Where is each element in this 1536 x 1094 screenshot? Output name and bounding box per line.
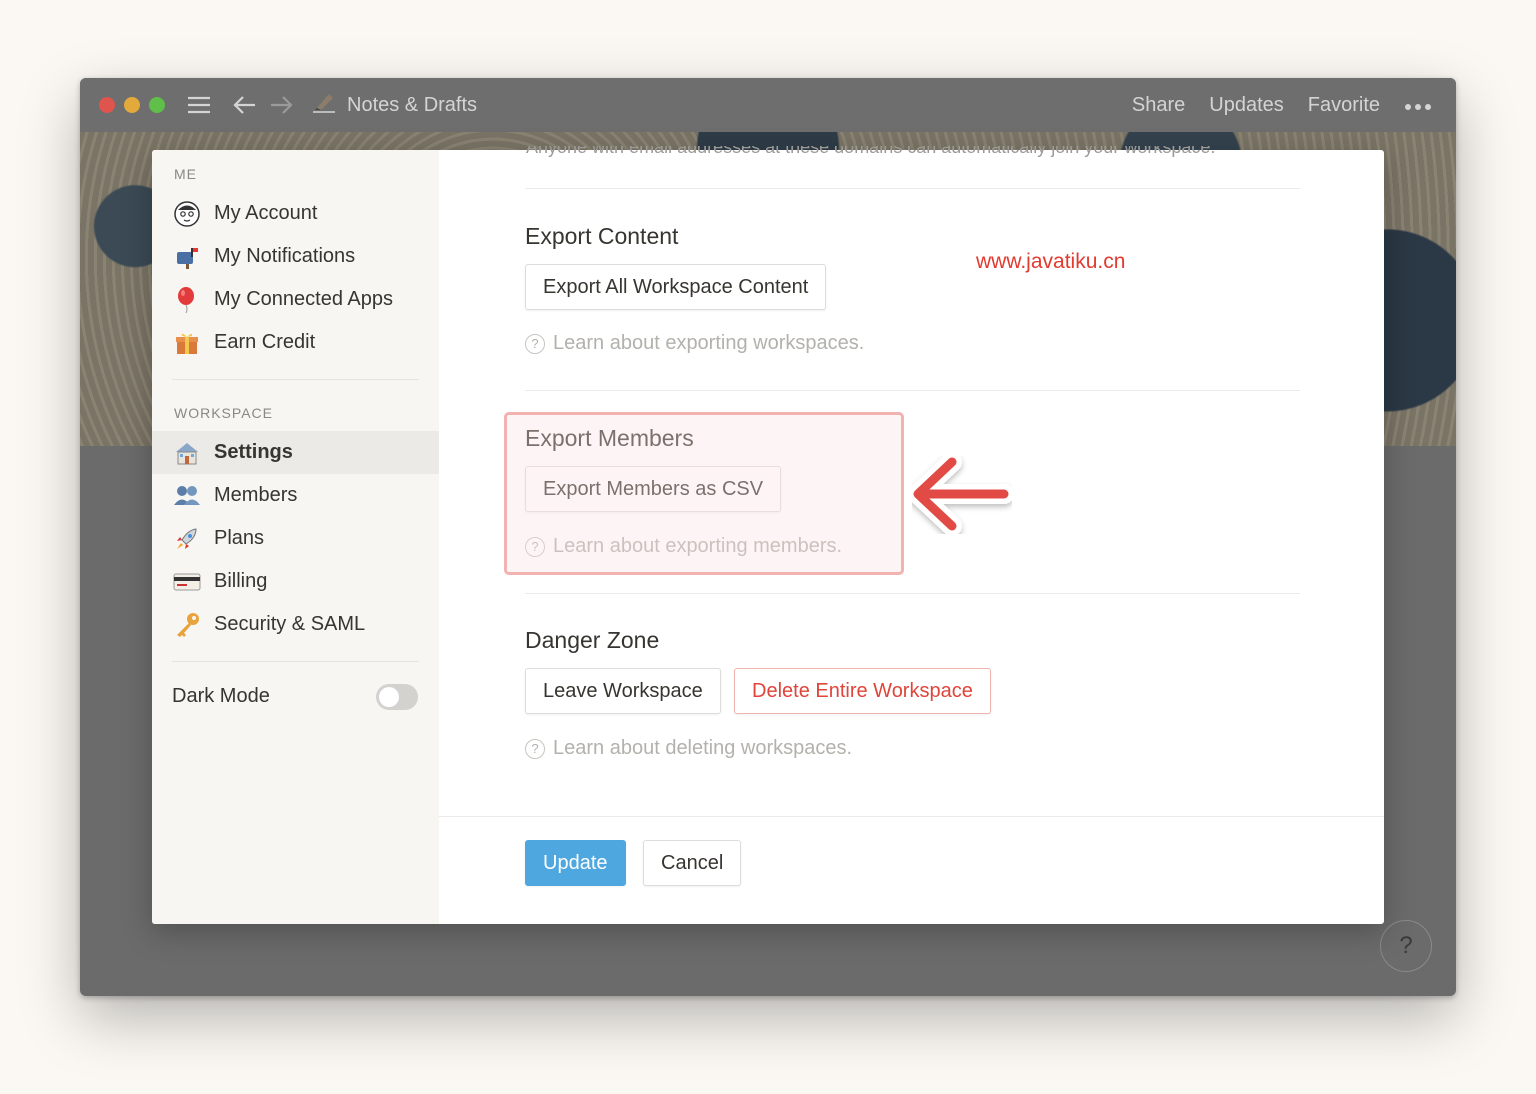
- balloon-icon: [172, 286, 202, 314]
- updates-button[interactable]: Updates: [1209, 94, 1284, 117]
- title-bar: Notes & Drafts Share Updates Favorite: [80, 78, 1456, 132]
- sidebar-item-label: My Account: [214, 202, 318, 224]
- credit-card-icon: [172, 571, 202, 593]
- me-section-heading: ME: [174, 166, 197, 182]
- menu-icon[interactable]: [187, 95, 211, 115]
- page-title-text: Notes & Drafts: [347, 93, 478, 116]
- sidebar-item-label: Earn Credit: [214, 331, 316, 353]
- sidebar-item-plans[interactable]: Plans: [152, 517, 439, 560]
- house-icon: [172, 440, 202, 466]
- gift-icon: [172, 330, 202, 356]
- help-link-text: Learn about exporting workspaces.: [553, 332, 865, 354]
- sidebar-divider: [172, 379, 419, 380]
- sidebar-item-label: Billing: [214, 570, 268, 592]
- help-link-text: Learn about deleting workspaces.: [553, 737, 853, 759]
- settings-sidebar: ME My Account My Notifications My Connec…: [152, 150, 439, 924]
- sidebar-item-label: Members: [214, 484, 298, 506]
- question-mark-icon: ?: [525, 536, 545, 557]
- sidebar-item-security-saml[interactable]: Security & SAML: [152, 603, 439, 646]
- leave-workspace-button[interactable]: Leave Workspace: [525, 668, 721, 714]
- question-mark-icon: ?: [525, 333, 545, 354]
- export-content-heading: Export Content: [525, 223, 679, 249]
- help-button[interactable]: ?: [1380, 920, 1432, 972]
- export-members-csv-button[interactable]: Export Members as CSV: [525, 466, 782, 512]
- avatar-icon: [172, 200, 202, 227]
- forward-arrow-icon[interactable]: [269, 95, 293, 115]
- key-icon: [172, 611, 202, 639]
- minimize-window-button[interactable]: [124, 97, 140, 113]
- maximize-window-button[interactable]: [149, 97, 165, 113]
- delete-workspaces-help-link[interactable]: ? Learn about deleting workspaces.: [525, 737, 852, 760]
- rocket-icon: [172, 526, 202, 552]
- dark-mode-toggle[interactable]: [376, 684, 418, 710]
- share-button[interactable]: Share: [1132, 94, 1185, 117]
- close-window-button[interactable]: [99, 97, 115, 113]
- sidebar-item-label: Plans: [214, 527, 265, 549]
- watermark-text: www.javatiku.cn: [976, 250, 1126, 273]
- writing-hand-icon: [311, 90, 337, 120]
- export-members-help-link[interactable]: ? Learn about exporting members.: [525, 535, 842, 558]
- export-all-workspace-content-button[interactable]: Export All Workspace Content: [525, 264, 827, 310]
- export-workspaces-help-link[interactable]: ? Learn about exporting workspaces.: [525, 332, 864, 355]
- more-options-icon[interactable]: [1404, 94, 1432, 117]
- title-bar-actions: Share Updates Favorite: [1132, 94, 1432, 117]
- section-divider: [525, 593, 1300, 594]
- sidebar-item-earn-credit[interactable]: Earn Credit: [152, 321, 439, 364]
- people-icon: [172, 483, 202, 509]
- update-button[interactable]: Update: [525, 840, 626, 886]
- sidebar-item-my-notifications[interactable]: My Notifications: [152, 235, 439, 278]
- favorite-button[interactable]: Favorite: [1308, 94, 1380, 117]
- settings-modal: ME My Account My Notifications My Connec…: [152, 150, 1384, 924]
- delete-workspace-button[interactable]: Delete Entire Workspace: [734, 668, 991, 714]
- footer-divider: [439, 816, 1384, 817]
- section-divider: [525, 390, 1300, 391]
- window-controls: [99, 97, 165, 113]
- workspace-section-heading: WORKSPACE: [174, 405, 273, 421]
- danger-zone-heading: Danger Zone: [525, 627, 660, 653]
- sidebar-item-members[interactable]: Members: [152, 474, 439, 517]
- page-title[interactable]: Notes & Drafts: [311, 90, 477, 120]
- sidebar-item-settings[interactable]: Settings: [152, 431, 439, 474]
- dark-mode-label: Dark Mode: [172, 685, 270, 707]
- cancel-button[interactable]: Cancel: [643, 840, 742, 886]
- sidebar-item-billing[interactable]: Billing: [152, 560, 439, 603]
- sidebar-item-my-account[interactable]: My Account: [152, 192, 439, 235]
- section-divider: [525, 188, 1300, 189]
- sidebar-item-label: Settings: [214, 441, 293, 463]
- sidebar-item-label: My Notifications: [214, 245, 356, 267]
- mailbox-icon: [172, 244, 202, 270]
- help-link-text: Learn about exporting members.: [553, 535, 843, 557]
- sidebar-item-label: My Connected Apps: [214, 288, 393, 310]
- question-mark-icon: ?: [525, 738, 545, 759]
- back-arrow-icon[interactable]: [233, 95, 257, 115]
- sidebar-divider: [172, 661, 419, 662]
- export-members-heading: Export Members: [525, 425, 694, 451]
- sidebar-item-my-connected-apps[interactable]: My Connected Apps: [152, 278, 439, 321]
- sidebar-item-label: Security & SAML: [214, 613, 366, 635]
- left-arrow-annotation-icon: [908, 452, 1014, 539]
